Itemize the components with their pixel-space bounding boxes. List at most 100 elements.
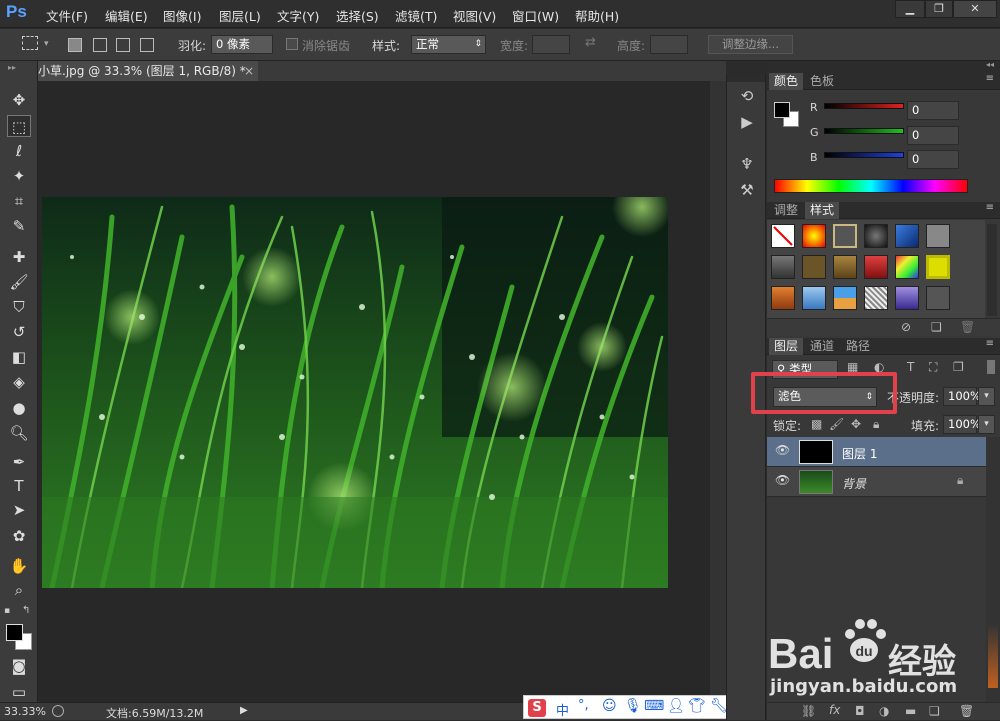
menu-view[interactable]: 视图(V) [453,6,496,25]
status-info-icon[interactable] [52,705,64,717]
tab-color[interactable]: 颜色 [769,73,804,90]
refine-edge-button[interactable]: 调整边缘... [708,35,793,54]
magic-wand-icon[interactable]: ✦ [7,165,31,187]
minimize-button[interactable]: ▁ [895,0,925,18]
adjustment-layer-icon[interactable]: ◑ [879,704,889,718]
crop-tool-icon[interactable]: ⌗ [7,190,31,212]
style-swatch-2[interactable] [802,224,826,248]
move-tool-icon[interactable]: ✥ [7,89,31,111]
restore-button[interactable]: ❐ [925,0,953,18]
menu-help[interactable]: 帮助(H) [575,6,619,25]
new-layer-icon[interactable]: ❏ [929,704,940,718]
menu-select[interactable]: 选择(S) [336,6,379,25]
tab-channels[interactable]: 通道 [805,338,839,355]
channel-b-input[interactable]: 0 [907,150,959,169]
blur-tool-icon[interactable]: ● [7,397,31,419]
path-select-icon[interactable]: ➤ [7,499,31,521]
style-select[interactable]: 正常 ⇕ [411,35,486,54]
menu-filter[interactable]: 滤镜(T) [395,6,437,25]
feather-input[interactable]: 0 像素 [211,35,273,54]
skin-icon[interactable]: 👕︎ [688,698,706,714]
style-swatch-11[interactable] [895,255,919,279]
visibility-eye-icon[interactable]: 👁︎ [775,443,790,457]
tool-presets-icon[interactable]: ⚒ [735,178,759,202]
menu-edit[interactable]: 编辑(E) [105,6,148,25]
fill-input[interactable]: 100% [943,415,981,434]
default-colors-icon[interactable]: ▪ [4,606,10,616]
style-swatch-8[interactable] [802,255,826,279]
marquee-tool-icon[interactable]: ⬚ [7,115,31,137]
healing-brush-icon[interactable]: ✚ [7,246,31,268]
style-swatch-16[interactable] [864,286,888,310]
fx-icon[interactable]: fx [829,703,840,717]
style-swatch-18[interactable] [926,286,950,310]
clear-style-icon[interactable]: ⊘ [901,320,911,334]
style-swatch-9[interactable] [833,255,857,279]
history-icon[interactable]: ⟲ [735,84,759,108]
style-swatch-7[interactable] [771,255,795,279]
tab-paths[interactable]: 路径 [841,338,875,355]
screen-mode-icon[interactable]: ▭ [7,681,31,703]
punctuation-icon[interactable]: °, [578,698,589,713]
close-button[interactable]: ✕ [953,0,997,18]
menu-type[interactable]: 文字(Y) [277,6,319,25]
filter-smart-icon[interactable]: ❐ [953,360,964,374]
styles-menu-icon[interactable]: ≡ [986,202,994,213]
channel-g-input[interactable]: 0 [907,126,959,145]
eraser-tool-icon[interactable]: ◧ [7,346,31,368]
add-selection-icon[interactable] [93,38,107,52]
panel-menu-icon[interactable]: ≡ [986,73,994,84]
layer-name[interactable]: 背景 [842,475,866,492]
close-tab-icon[interactable]: × [244,61,254,81]
user-icon[interactable]: 👤︎ [667,698,685,714]
width-input[interactable] [532,35,570,54]
style-swatch-13[interactable] [771,286,795,310]
filter-toggle[interactable] [987,360,995,374]
color-spectrum-bar[interactable] [774,179,968,193]
layer-name[interactable]: 图层 1 [842,445,877,462]
new-selection-icon[interactable] [68,38,82,52]
fill-dropdown-icon[interactable]: ▾ [978,415,995,434]
style-swatch-12[interactable] [926,255,950,279]
collapse-panels-icon[interactable]: ◂◂ [986,60,994,69]
history-brush-icon[interactable]: ↺ [7,321,31,343]
link-layers-icon[interactable]: ⛓︎ [801,704,816,718]
tab-swatches[interactable]: 色板 [805,73,839,90]
emoji-icon[interactable]: ☺ [602,698,617,714]
foreground-color-swatch[interactable] [6,624,23,641]
style-swatch-14[interactable] [802,286,826,310]
tab-styles[interactable]: 样式 [805,202,840,219]
marquee-tool-preset-icon[interactable] [22,36,38,50]
intersect-selection-icon[interactable] [140,38,154,52]
paint-bucket-icon[interactable]: ◈ [7,371,31,393]
lock-image-icon[interactable]: 🖌︎ [829,417,844,431]
ime-lang-toggle[interactable]: 中 [556,700,569,719]
layers-menu-icon[interactable]: ≡ [986,338,994,349]
swap-icon[interactable]: ⇄ [585,35,596,50]
brush-presets-icon[interactable]: ♆ [735,152,759,176]
keyboard-icon[interactable]: ⌨ [644,698,664,714]
channel-r-input[interactable]: 0 [907,101,959,120]
menu-layer[interactable]: 图层(L) [219,6,261,25]
filter-type-icon[interactable]: T [907,360,914,374]
lasso-tool-icon[interactable]: ℓ [7,140,31,162]
delete-style-icon[interactable]: 🗑︎ [960,320,975,334]
lock-all-icon[interactable]: 🔒︎ [873,417,879,432]
menu-image[interactable]: 图像(I) [163,6,201,25]
color-fg-swatch[interactable] [774,102,790,118]
delete-layer-icon[interactable]: 🗑︎ [959,704,974,718]
dodge-tool-icon[interactable]: 🔍︎ [7,422,31,444]
height-input[interactable] [650,35,688,54]
antialias-checkbox[interactable] [286,38,298,50]
filter-shape-icon[interactable]: ⛶ [929,360,937,375]
stamp-tool-icon[interactable]: ⛉ [7,296,31,318]
menu-file[interactable]: 文件(F) [46,6,88,25]
style-swatch-5[interactable] [895,224,919,248]
style-swatch-4[interactable] [864,224,888,248]
brush-tool-icon[interactable]: 🖌 [7,271,31,293]
add-mask-icon[interactable]: ◘ [855,704,865,718]
style-swatch-10[interactable] [864,255,888,279]
lock-transparent-icon[interactable]: ▩ [811,417,822,431]
status-arrow-icon[interactable]: ▶ [240,705,248,716]
lock-position-icon[interactable]: ✥ [851,417,861,431]
